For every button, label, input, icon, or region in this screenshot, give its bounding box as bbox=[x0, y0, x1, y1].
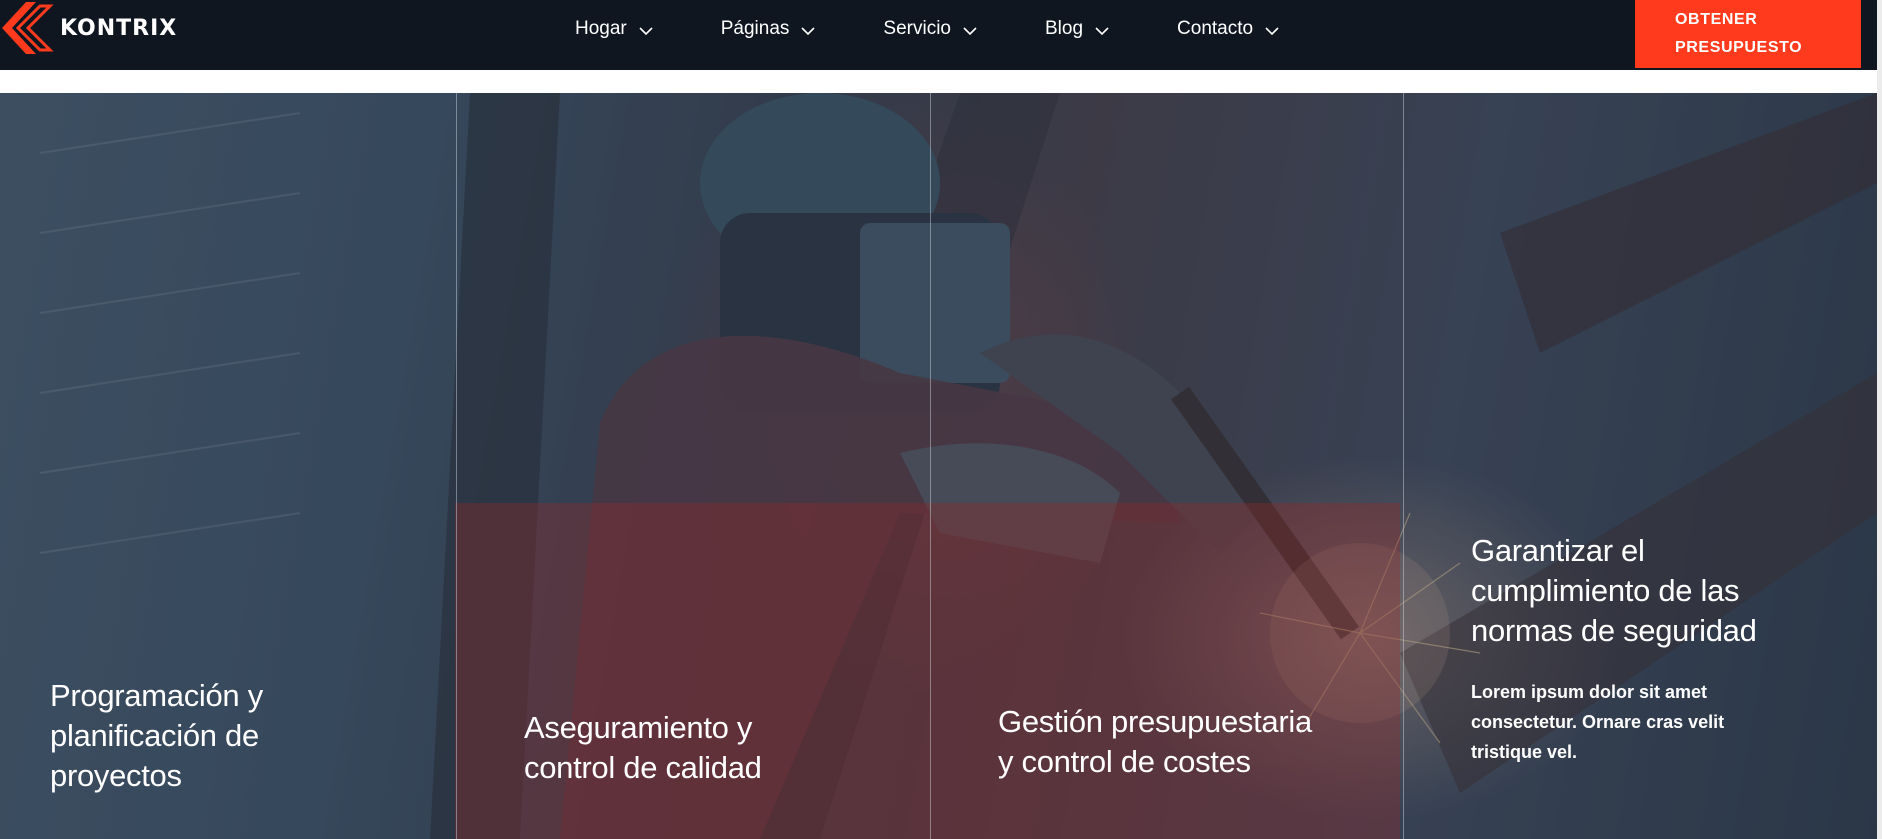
logo-mark-icon bbox=[2, 2, 62, 54]
nav-item-blog[interactable]: Blog bbox=[1045, 18, 1109, 40]
nav-label: Páginas bbox=[720, 18, 790, 39]
nav-item-paginas[interactable]: Páginas bbox=[721, 18, 816, 40]
hero-features: Programación y planificación de proyecto… bbox=[0, 93, 1877, 839]
nav-label: Hogar bbox=[575, 18, 627, 39]
nav-item-contacto[interactable]: Contacto bbox=[1177, 18, 1279, 40]
feature-title-1: Programación y planificación de proyecto… bbox=[50, 678, 263, 793]
brand-name: KONTRIX bbox=[60, 15, 178, 41]
nav-label: Blog bbox=[1045, 18, 1084, 39]
site-header: KONTRIX Hogar Páginas Servicio Blog Cont… bbox=[0, 0, 1882, 70]
nav-item-hogar[interactable]: Hogar bbox=[575, 18, 653, 40]
scrollbar-track[interactable] bbox=[1877, 0, 1882, 839]
nav-label: Servicio bbox=[883, 18, 951, 39]
column-divider bbox=[1403, 93, 1404, 839]
chevron-down-icon bbox=[1095, 26, 1109, 35]
column-divider bbox=[456, 93, 457, 839]
nav-label: Contacto bbox=[1177, 18, 1254, 39]
feature-title-3: Gestión presupuestaria y control de cost… bbox=[998, 704, 1312, 779]
chevron-down-icon bbox=[1265, 26, 1279, 35]
feature-title-2: Aseguramiento y control de calidad bbox=[524, 710, 762, 785]
chevron-down-icon bbox=[963, 26, 977, 35]
nav-item-servicio[interactable]: Servicio bbox=[883, 18, 977, 40]
feature-title-4: Garantizar el cumplimiento de las normas… bbox=[1471, 533, 1757, 648]
main-nav: Hogar Páginas Servicio Blog Contacto bbox=[575, 0, 1347, 58]
chevron-down-icon bbox=[801, 26, 815, 35]
hero-accent-band bbox=[455, 503, 1400, 839]
column-divider bbox=[930, 93, 931, 839]
logo[interactable]: KONTRIX bbox=[0, 0, 177, 56]
cta-line-1: OBTENER bbox=[1675, 11, 1758, 28]
cta-line-2: PRESUPUESTO bbox=[1675, 39, 1803, 56]
chevron-down-icon bbox=[639, 26, 653, 35]
feature-description-4: Lorem ipsum dolor sit amet consectetur. … bbox=[1471, 682, 1725, 762]
get-quote-button[interactable]: OBTENER PRESUPUESTO bbox=[1635, 0, 1861, 68]
